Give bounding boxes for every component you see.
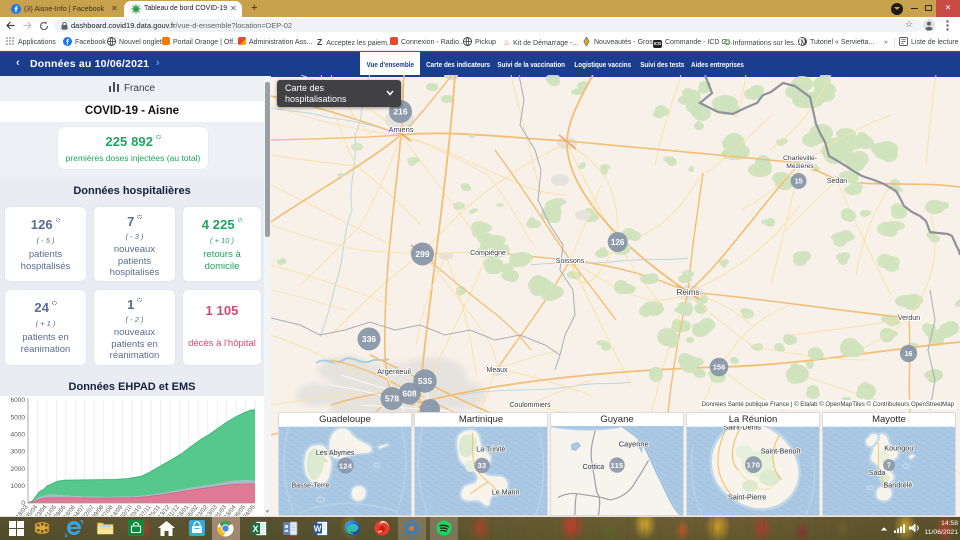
svg-text:Saint-Pierre: Saint-Pierre: [728, 493, 766, 502]
svg-text:W: W: [314, 525, 322, 534]
svg-text:Cayenne: Cayenne: [619, 439, 649, 448]
svg-text:1000: 1000: [11, 483, 26, 490]
svg-text:Compiègne: Compiègne: [470, 250, 506, 257]
svg-text:126: 126: [611, 238, 625, 247]
svg-text:15: 15: [795, 179, 803, 186]
svg-text:170: 170: [747, 460, 761, 469]
svg-text:Charleville-: Charleville-: [783, 155, 817, 162]
svg-text:4000: 4000: [11, 432, 26, 439]
svg-text:Soissons: Soissons: [556, 258, 585, 265]
svg-text:Saint-Denis: Saint-Denis: [723, 426, 761, 432]
svg-text:16: 16: [905, 351, 913, 358]
svg-text:Reims: Reims: [677, 288, 700, 297]
svg-text:Saint-Benoît: Saint-Benoît: [761, 446, 801, 455]
svg-text:Les Abymes: Les Abymes: [316, 449, 355, 457]
svg-text:Koungou: Koungou: [884, 443, 913, 452]
svg-text:Bandrélé: Bandrélé: [883, 481, 912, 490]
svg-text:Amiens: Amiens: [388, 125, 413, 134]
svg-text:6000: 6000: [11, 397, 26, 404]
svg-text:578: 578: [385, 394, 399, 404]
svg-text:115: 115: [611, 461, 624, 470]
svg-text:Meaux: Meaux: [486, 367, 508, 374]
svg-text:Sedan: Sedan: [827, 178, 847, 185]
svg-text:608: 608: [402, 389, 416, 399]
svg-text:Basse-Terre: Basse-Terre: [291, 482, 329, 490]
svg-text:156: 156: [713, 363, 726, 372]
svg-text:535: 535: [418, 376, 432, 386]
svg-text:7: 7: [887, 463, 891, 470]
svg-text:3000: 3000: [11, 449, 26, 456]
svg-text:Mézières: Mézières: [786, 163, 814, 170]
svg-text:Sada: Sada: [869, 469, 886, 477]
svg-text:X: X: [252, 524, 258, 534]
svg-text:Le Marin: Le Marin: [492, 489, 520, 497]
svg-text:5000: 5000: [11, 414, 26, 421]
svg-text:Cottica: Cottica: [583, 464, 605, 471]
svg-text:Verdun: Verdun: [898, 315, 920, 322]
svg-text:336: 336: [362, 334, 376, 344]
svg-text:124: 124: [339, 461, 353, 470]
svg-text:La Trinité: La Trinité: [476, 445, 505, 453]
svg-text:Argenteuil: Argenteuil: [377, 367, 411, 376]
svg-text:2000: 2000: [11, 466, 26, 473]
svg-text:33: 33: [478, 461, 487, 470]
svg-text:299: 299: [415, 249, 429, 259]
svg-text:216: 216: [393, 107, 407, 117]
svg-text:Coulommiers: Coulommiers: [509, 402, 551, 409]
